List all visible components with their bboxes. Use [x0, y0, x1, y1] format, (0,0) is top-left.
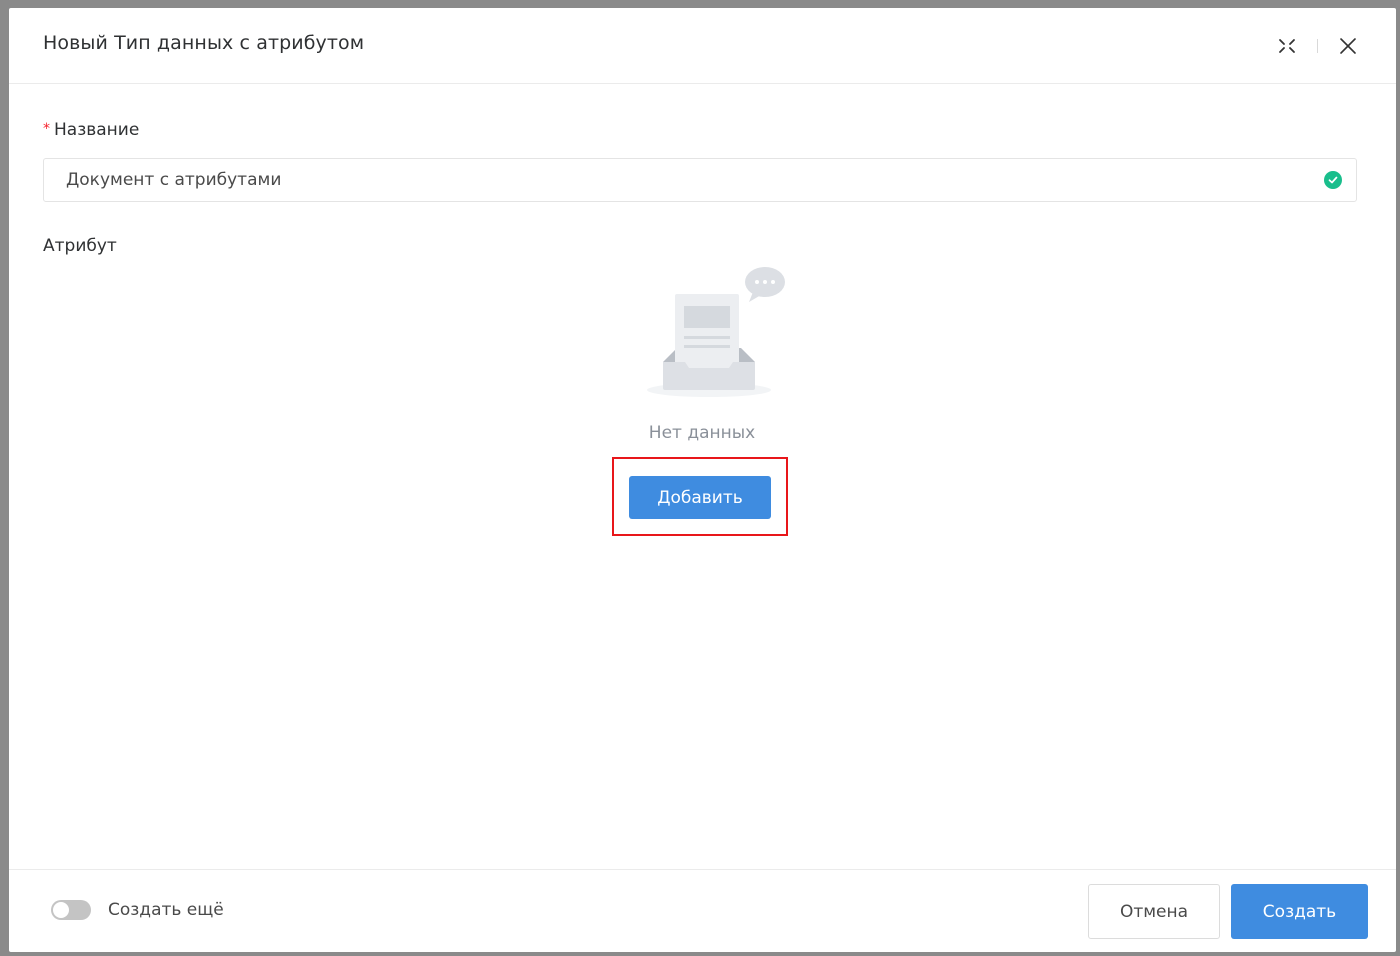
new-data-type-dialog: Новый Тип данных с атрибутом * Название … [9, 8, 1396, 952]
collapse-arrows-icon[interactable] [1273, 32, 1301, 60]
dialog-header: Новый Тип данных с атрибутом [9, 8, 1396, 84]
create-button[interactable]: Создать [1231, 884, 1368, 939]
create-more-toggle-group: Создать ещё [51, 900, 224, 920]
header-tools [1273, 32, 1362, 60]
empty-inbox-icon [647, 267, 785, 397]
add-attribute-button[interactable]: Добавить [629, 476, 771, 519]
toggle-knob [53, 902, 69, 918]
create-more-label: Создать ещё [108, 900, 224, 920]
dialog-title: Новый Тип данных с атрибутом [43, 32, 365, 54]
cancel-button[interactable]: Отмена [1088, 884, 1220, 939]
name-input[interactable]: Документ с атрибутами [43, 158, 1357, 202]
empty-state-text: Нет данных [648, 423, 756, 443]
empty-state-illustration [633, 266, 785, 420]
name-field-label: * Название [43, 120, 139, 140]
name-label-text: Название [54, 120, 140, 140]
create-more-toggle[interactable] [51, 900, 91, 920]
check-circle-icon [1324, 171, 1342, 189]
dialog-footer: Создать ещё Отмена Создать [9, 869, 1396, 952]
header-divider [1317, 39, 1318, 53]
required-mark: * [43, 121, 50, 137]
close-icon[interactable] [1334, 32, 1362, 60]
attribute-section-label: Атрибут [43, 236, 117, 256]
name-input-value[interactable]: Документ с атрибутами [66, 170, 1324, 190]
